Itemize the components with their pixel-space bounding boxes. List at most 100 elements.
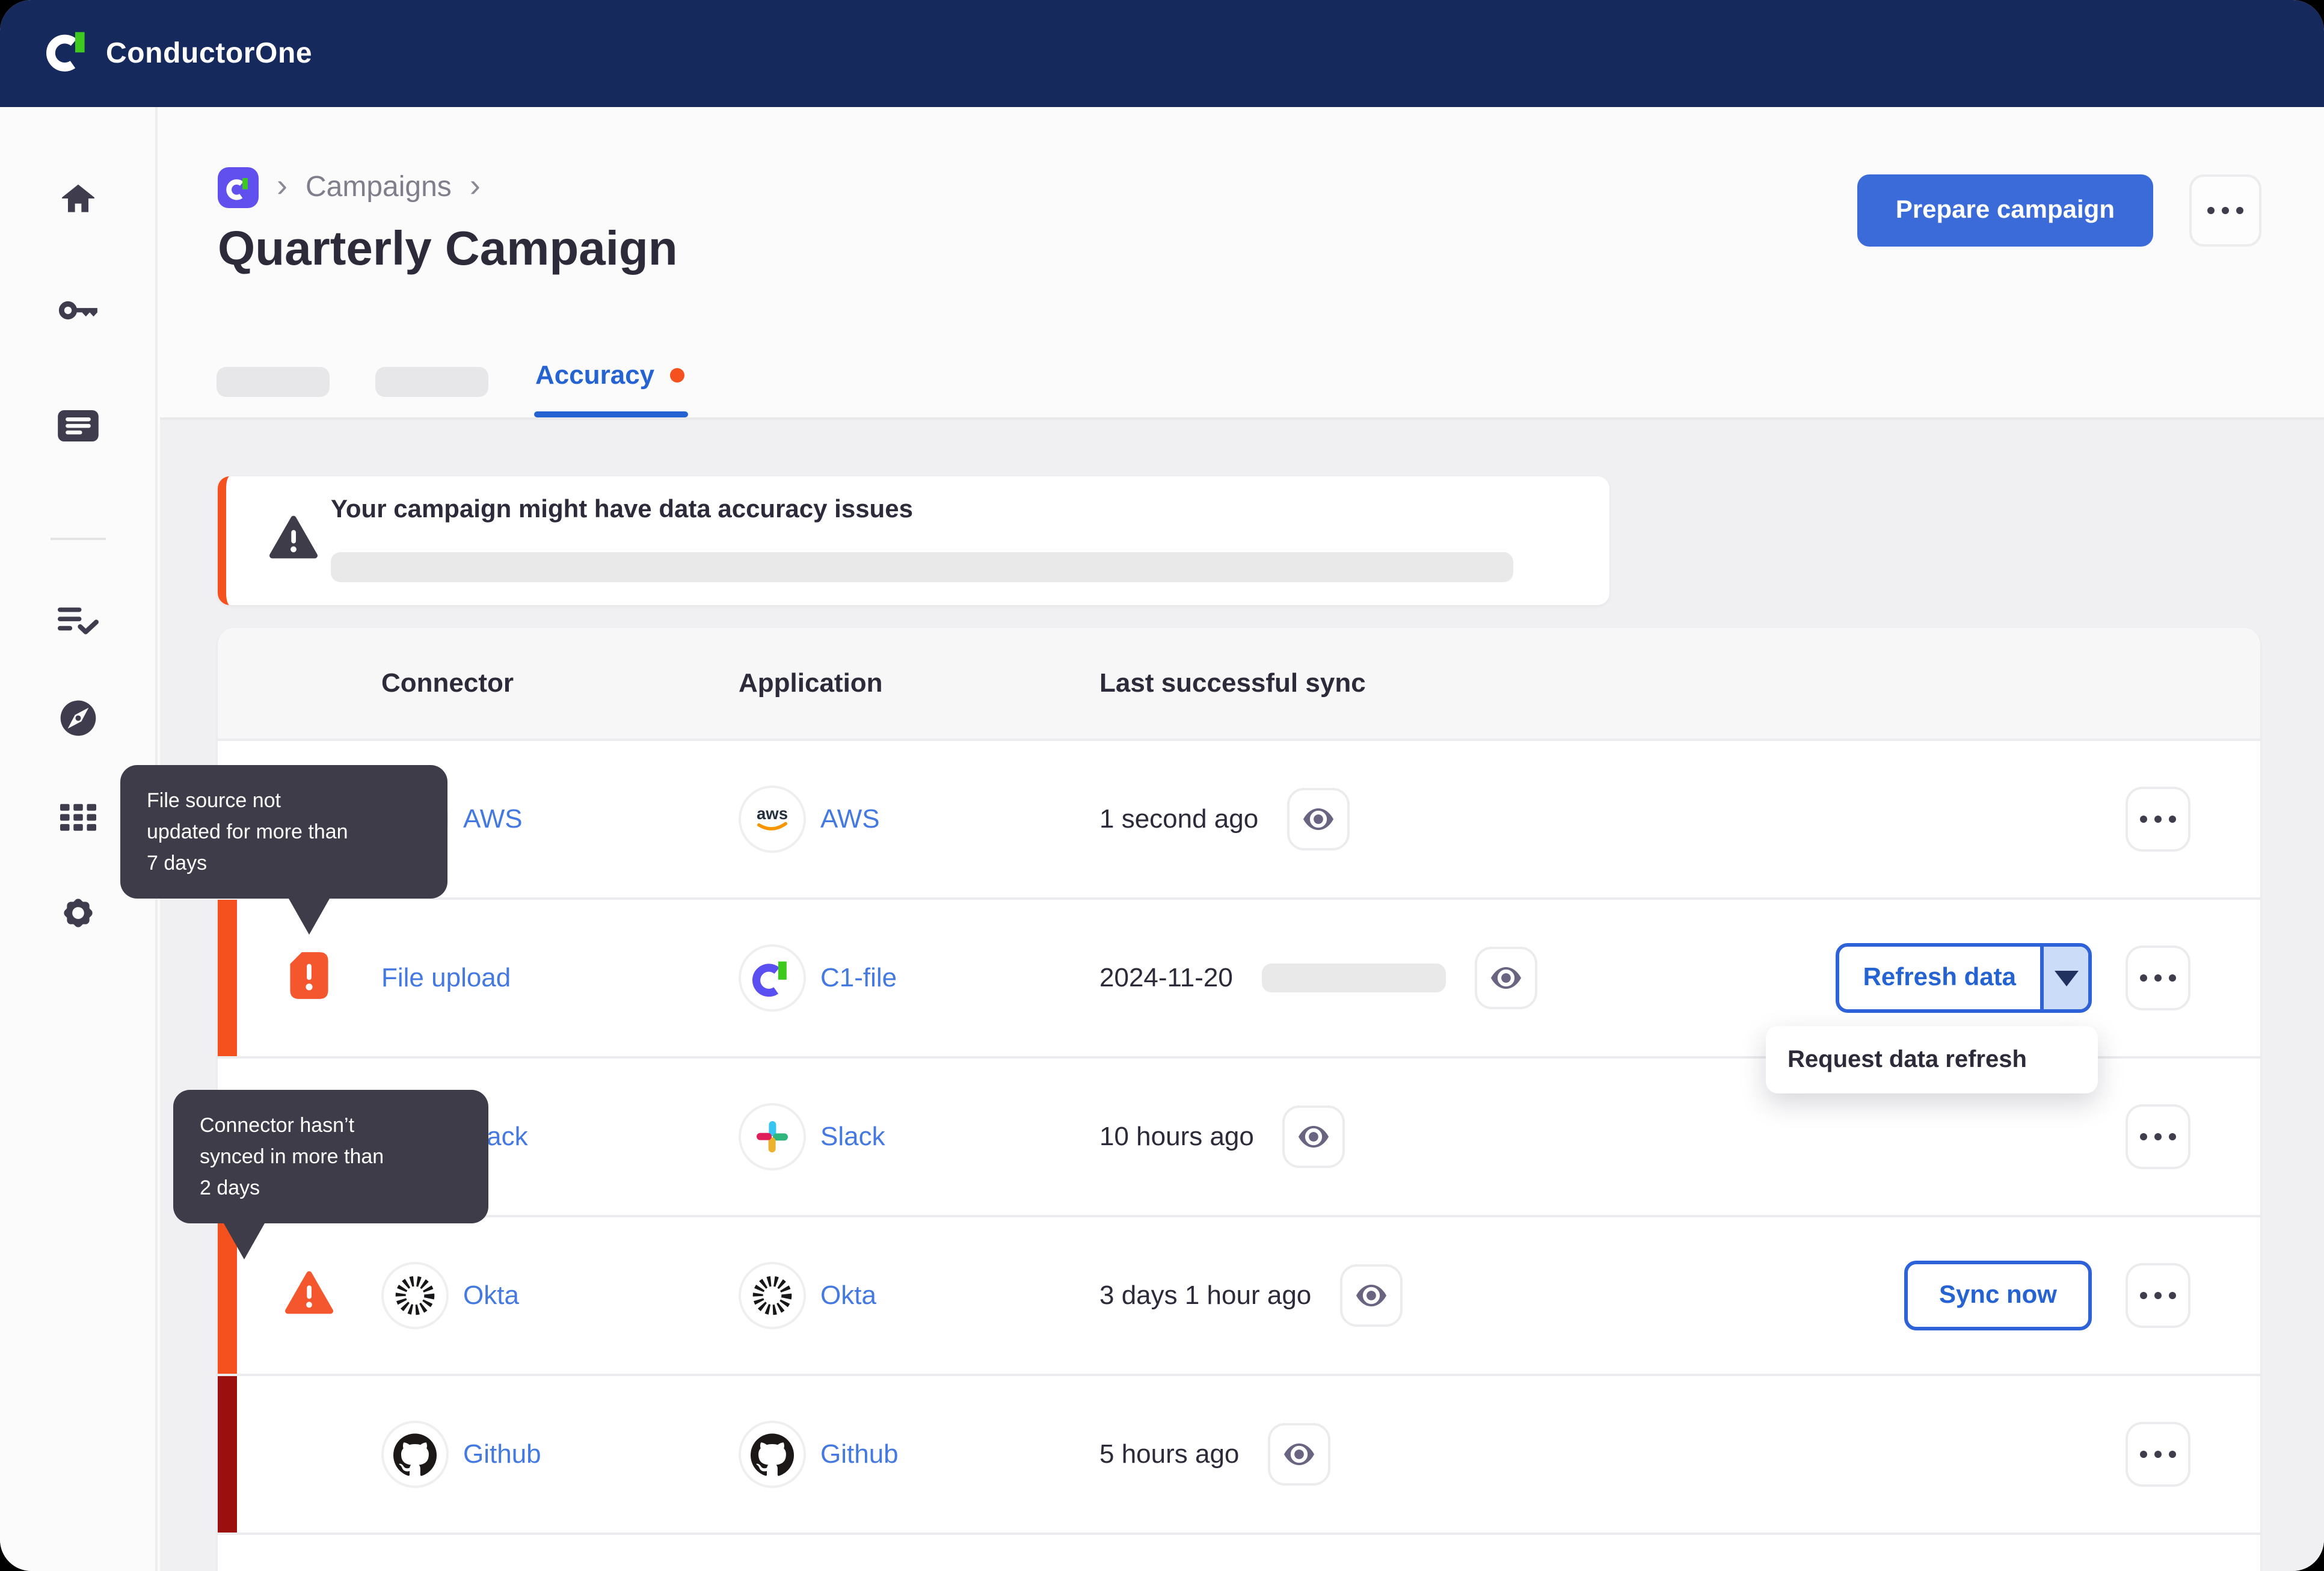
- view-sync-button[interactable]: [1340, 1264, 1403, 1327]
- refresh-data-label: Refresh data: [1863, 964, 2016, 991]
- sync-now-button[interactable]: Sync now: [1904, 1261, 2092, 1330]
- tab-accuracy[interactable]: Accuracy: [535, 360, 685, 391]
- ellipsis-icon: [2140, 1292, 2147, 1299]
- app-window: ConductorOne › Campaigns › Quarterly Cam…: [0, 0, 2324, 1571]
- ellipsis-icon: [2140, 1451, 2147, 1458]
- application-link[interactable]: C1-file: [820, 962, 897, 994]
- top-navbar: ConductorOne: [0, 0, 2324, 107]
- view-sync-button[interactable]: [1268, 1423, 1331, 1486]
- page-header: › Campaigns › Quarterly Campaign Prepare…: [160, 107, 2324, 420]
- last-sync-value: 2024-11-20: [1099, 962, 1233, 992]
- tooltip-connector-sync: Connector hasn’t synced in more than 2 d…: [173, 1090, 488, 1260]
- tooltip-arrow: [289, 899, 330, 935]
- accuracy-warning-banner: Your campaign might have data accuracy i…: [218, 476, 1609, 605]
- connector-link[interactable]: File upload: [381, 962, 511, 994]
- compass-icon[interactable]: [57, 698, 98, 739]
- okta-icon: [381, 1262, 449, 1329]
- home-icon[interactable]: [57, 177, 98, 218]
- ellipsis-icon: [2207, 207, 2215, 214]
- content-area: Your campaign might have data accuracy i…: [160, 420, 2324, 1571]
- connector-link[interactable]: Github: [463, 1439, 541, 1470]
- slack-icon: [739, 1103, 806, 1170]
- connector-link[interactable]: Okta: [463, 1280, 519, 1311]
- tooltip-arrow: [224, 1223, 265, 1260]
- column-header-last-sync: Last successful sync: [1099, 668, 1366, 698]
- issue-strip: [218, 900, 237, 1056]
- menu-item-request-data-refresh[interactable]: Request data refresh: [1788, 1046, 2027, 1074]
- orange-dot: [670, 368, 685, 383]
- last-sync-value: 1 second ago: [1099, 804, 1259, 834]
- table-row-github: Github Github 5 hours ago: [218, 1376, 2260, 1535]
- application-link[interactable]: Okta: [820, 1280, 876, 1311]
- aws-icon: aws: [739, 786, 806, 853]
- tasks-check-icon[interactable]: [57, 600, 98, 641]
- last-sync-value: 3 days 1 hour ago: [1099, 1280, 1312, 1310]
- view-sync-button[interactable]: [1282, 1105, 1345, 1168]
- view-sync-button[interactable]: [1474, 947, 1537, 1009]
- tab-accuracy-label: Accuracy: [535, 360, 655, 390]
- eye-icon: [1299, 1126, 1329, 1148]
- tab-placeholder-2[interactable]: [375, 367, 488, 397]
- c1-file-icon: [739, 944, 806, 1012]
- svg-text:aws: aws: [757, 804, 788, 823]
- ellipsis-icon: [2140, 1133, 2147, 1140]
- prepare-campaign-button[interactable]: Prepare campaign: [1857, 174, 2153, 247]
- notes-icon[interactable]: [57, 405, 98, 446]
- application-link[interactable]: Slack: [820, 1121, 885, 1152]
- apps-grid-icon[interactable]: [57, 796, 98, 837]
- banner-title: Your campaign might have data accuracy i…: [331, 496, 913, 523]
- ellipsis-icon: [2140, 816, 2147, 823]
- github-icon: [739, 1421, 806, 1488]
- warning-triangle-icon: [269, 515, 318, 565]
- file-alert-icon: [289, 950, 330, 1006]
- okta-icon: [739, 1262, 806, 1329]
- last-sync-value: 10 hours ago: [1099, 1121, 1254, 1151]
- refresh-data-button[interactable]: Refresh data: [1835, 943, 2092, 1013]
- c1-app-icon[interactable]: [218, 167, 259, 208]
- page-title: Quarterly Campaign: [218, 223, 678, 275]
- column-header-connector: Connector: [381, 668, 514, 698]
- view-sync-button[interactable]: [1287, 788, 1350, 850]
- brand-name: ConductorOne: [106, 37, 313, 69]
- breadcrumb-campaigns-link[interactable]: Campaigns: [306, 171, 452, 204]
- eye-icon: [1356, 1285, 1387, 1306]
- brand: ConductorOne: [46, 28, 312, 79]
- connectors-table: Connector Application Last successful sy…: [218, 628, 2260, 1571]
- caret-down-icon: [2054, 970, 2078, 986]
- eye-icon: [1490, 967, 1521, 989]
- sync-placeholder-bar: [1261, 964, 1446, 992]
- settings-gear-icon[interactable]: [57, 893, 98, 933]
- row-more-button[interactable]: [2126, 787, 2190, 852]
- tooltip-file-source: File source not updated for more than 7 …: [120, 765, 447, 935]
- table-header-row: Connector Application Last successful sy…: [218, 628, 2260, 741]
- refresh-dropdown-menu: Request data refresh: [1766, 1026, 2098, 1093]
- tab-placeholder-1[interactable]: [217, 367, 330, 397]
- header-actions: Prepare campaign: [1857, 174, 2261, 247]
- application-link[interactable]: Github: [820, 1439, 899, 1470]
- stale-strip: [218, 1376, 237, 1533]
- row-more-button[interactable]: [2126, 945, 2190, 1010]
- row-more-button[interactable]: [2126, 1422, 2190, 1487]
- github-icon: [381, 1421, 449, 1488]
- chevron-right-icon: ›: [469, 167, 481, 203]
- application-link[interactable]: AWS: [820, 804, 880, 835]
- connector-link[interactable]: AWS: [463, 804, 523, 835]
- table-row-okta: Okta Okta 3 days 1 hour ago Sync now: [218, 1217, 2260, 1376]
- ellipsis-icon: [2140, 974, 2147, 982]
- c1-logo-icon: [46, 28, 91, 79]
- row-more-button[interactable]: [2126, 1263, 2190, 1328]
- main-area: › Campaigns › Quarterly Campaign Prepare…: [160, 107, 2324, 1571]
- header-more-button[interactable]: [2189, 174, 2261, 247]
- banner-placeholder-bar: [331, 552, 1513, 582]
- table-row-aws: aws AWS aws AWS: [218, 741, 2260, 900]
- refresh-data-caret[interactable]: [2040, 947, 2088, 1009]
- chevron-right-icon: ›: [277, 167, 287, 203]
- eye-icon: [1303, 808, 1334, 830]
- sidebar-divider: [50, 538, 105, 540]
- column-header-application: Application: [739, 668, 883, 698]
- breadcrumb: › Campaigns ›: [218, 167, 481, 208]
- last-sync-value: 5 hours ago: [1099, 1439, 1240, 1469]
- key-icon[interactable]: [57, 290, 98, 331]
- row-more-button[interactable]: [2126, 1104, 2190, 1169]
- alert-triangle-icon: [285, 1270, 333, 1321]
